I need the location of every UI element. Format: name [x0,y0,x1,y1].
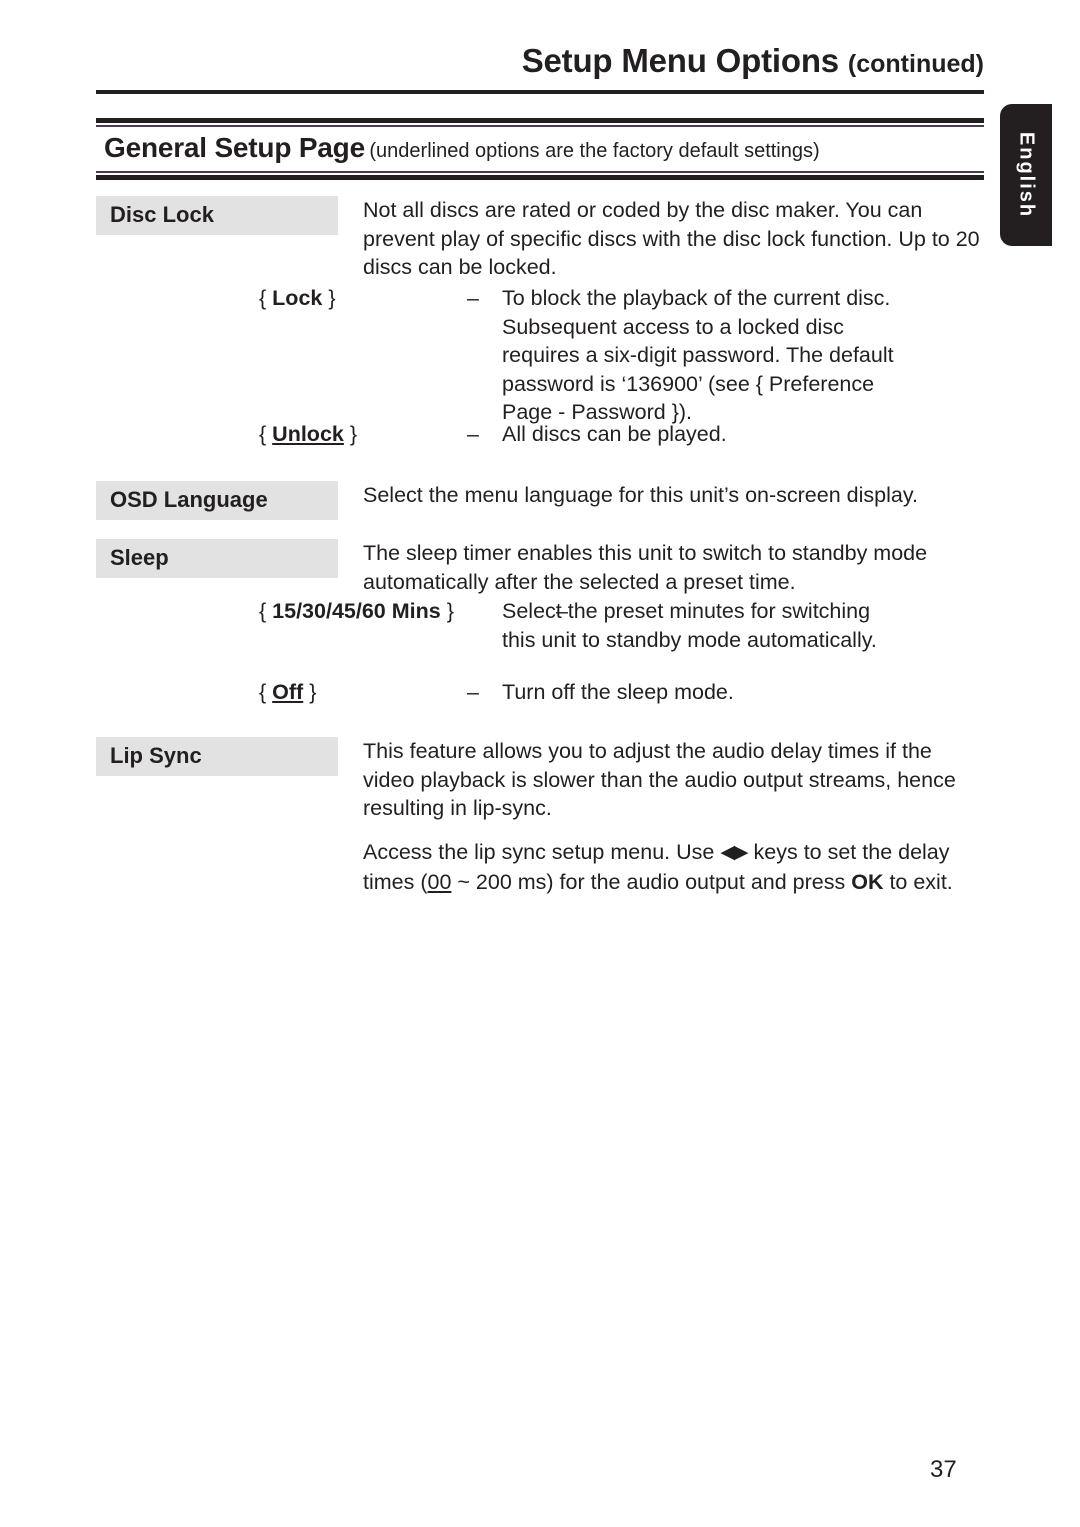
page-number: 37 [930,1456,957,1483]
language-tab: English [1000,104,1052,246]
entry-body-lip-sync: This feature allows you to adjust the au… [363,739,956,821]
page-title-main: Setup Menu Options [521,42,839,79]
option-lock-name: { Lock } [259,284,336,313]
brace-open: { [259,286,267,310]
option-unlock-description: All discs can be played. [502,422,727,446]
option-sleep-off-text: Off [272,680,304,704]
page-title: Setup Menu Options (continued) [96,42,984,80]
page-title-continued: (continued) [847,50,984,78]
section-heading: General Setup Page (underlined options a… [96,127,984,171]
lip-sync-tail-a-text: ~ 200 ms) for the audio output and press [451,869,852,894]
brace-open: { [259,599,267,623]
left-right-arrow-icon: ◀▶ [720,842,748,863]
brace-open: { [259,680,267,704]
brace-close: } [309,680,317,704]
section-note: (underlined options are the factory defa… [369,140,820,162]
ok-key-label: OK [851,869,884,894]
brace-close: } [328,286,336,310]
manual-page: Setup Menu Options (continued) English G… [0,0,1080,1527]
option-lock-dash: – [467,286,479,310]
option-lock-description: To block the playback of the current dis… [502,286,894,425]
band-rule-thick-bottom [96,175,984,180]
entry-label-disc-lock: Disc Lock [96,196,338,235]
section-band: General Setup Page (underlined options a… [96,118,984,180]
lip-sync-tail-b-text: to exit. [883,869,953,894]
entry-label-osd-language: OSD Language [96,481,338,520]
lip-sync-access-note: Access the lip sync setup menu. Use ◀▶ k… [363,838,988,896]
option-sleep-minutes-description: Select the preset minutes for switching … [502,599,877,652]
option-sleep-off-name: { Off } [259,678,316,707]
option-unlock-text: Unlock [272,422,344,446]
entry-body-sleep: The sleep timer enables this unit to swi… [363,541,928,594]
brace-close: } [446,599,454,623]
option-sleep-off-description: Turn off the sleep mode. [502,680,734,704]
entry-label-sleep: Sleep [96,539,338,578]
section-title: General Setup Page [104,132,365,163]
option-unlock-dash: – [467,422,479,446]
lip-sync-lead-text: Access the lip sync setup menu. Use [363,840,721,864]
brace-open: { [259,422,267,446]
header-divider [96,90,984,94]
option-lock-text: Lock [272,286,323,310]
option-sleep-minutes-text: 15/30/45/60 Mins [272,599,441,623]
option-sleep-off-dash: – [467,680,479,704]
option-unlock-name: { Unlock } [259,420,357,449]
entry-body-disc-lock: Not all discs are rated or coded by the … [363,198,980,280]
entry-label-lip-sync: Lip Sync [96,737,338,776]
lip-sync-default-delay: 00 [427,869,452,894]
language-tab-label: English [1015,131,1038,219]
option-sleep-minutes-name: { 15/30/45/60 Mins } [259,597,454,626]
entry-body-osd-language: Select the menu language for this unit’s… [363,483,918,507]
brace-close: } [349,422,358,446]
